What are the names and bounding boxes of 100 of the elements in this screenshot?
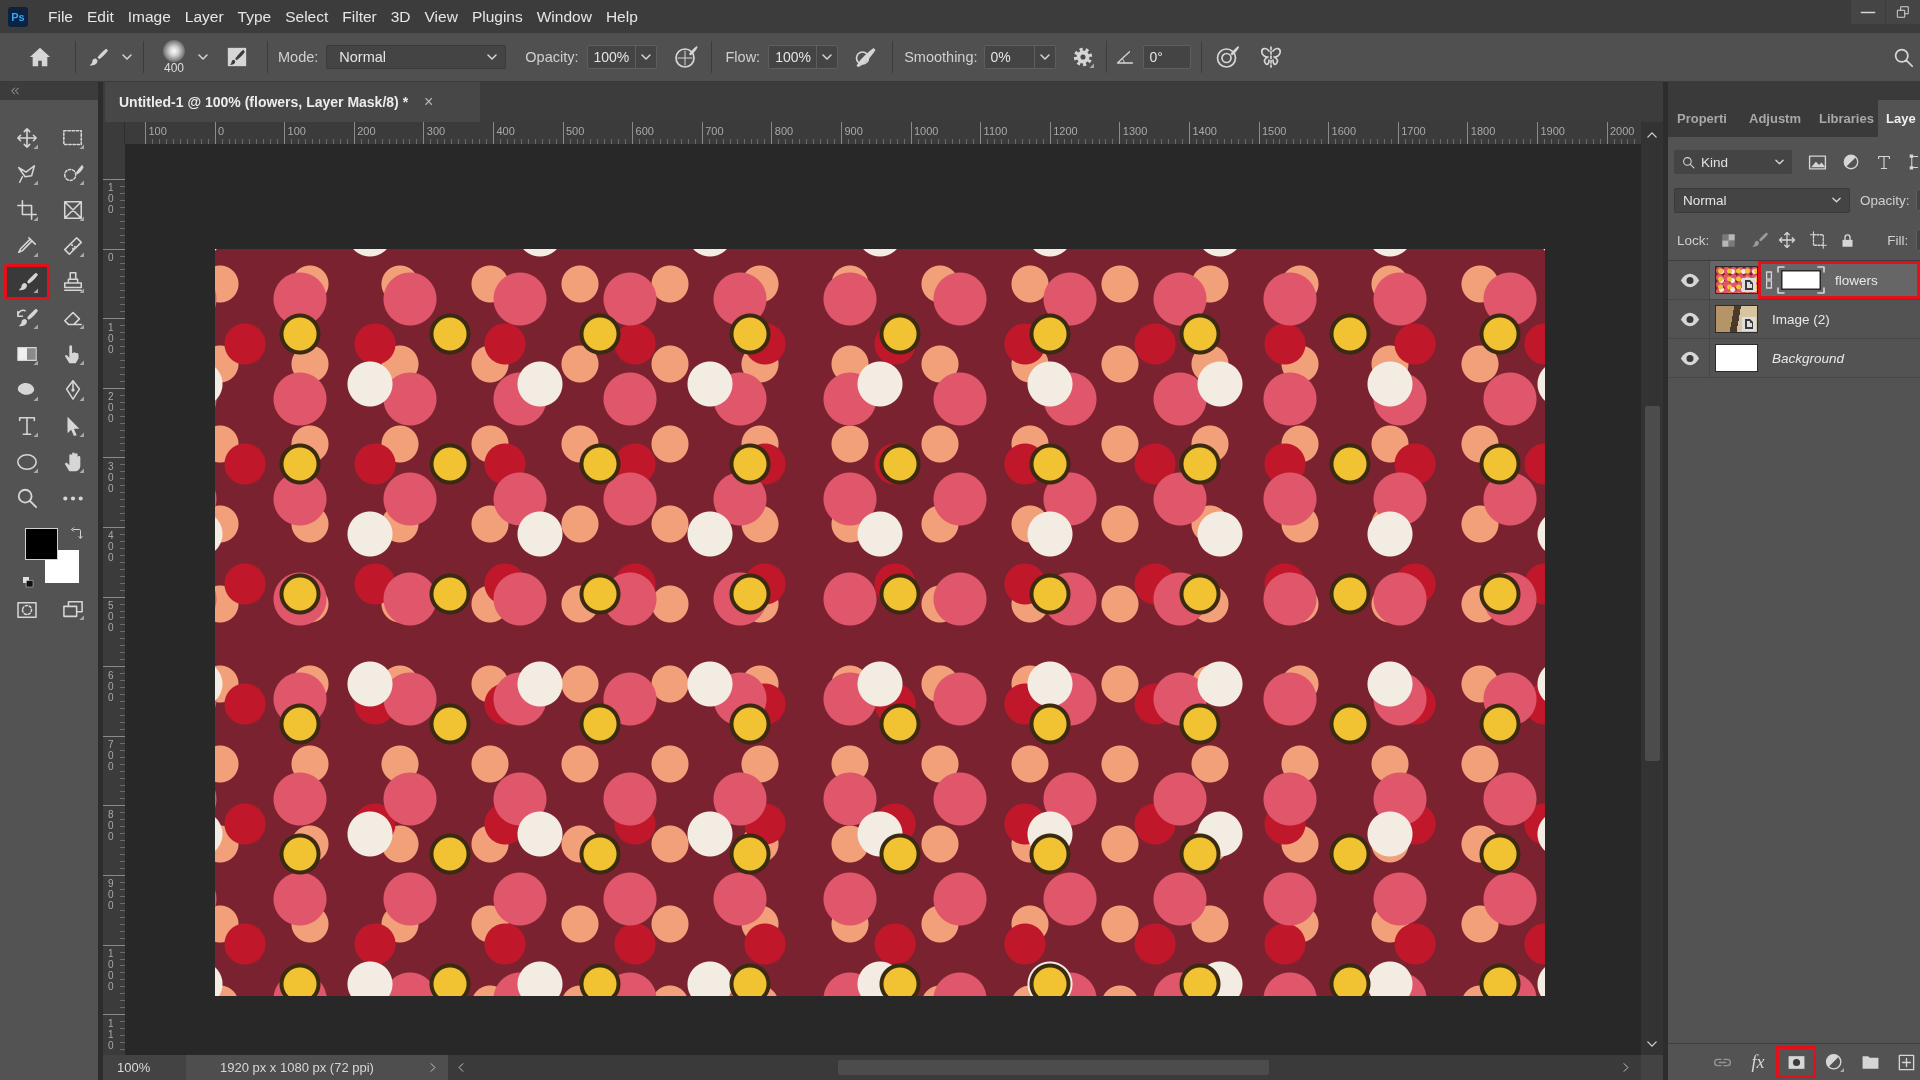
menu-item[interactable]: Filter: [335, 7, 384, 26]
ruler-label: 400: [496, 125, 515, 137]
shape-icon[interactable]: [1909, 153, 1918, 171]
stamp-icon: [62, 271, 84, 293]
chevron-right-icon[interactable]: [1623, 1062, 1629, 1073]
default-colors-icon[interactable]: [22, 576, 34, 588]
swap-arrows-icon[interactable]: [70, 526, 84, 540]
ruler-label: 1100: [983, 125, 1008, 137]
opacity-label: Opacity:: [1860, 192, 1910, 208]
search-icon: [1682, 155, 1695, 169]
caret-icon: [487, 54, 498, 60]
caret-icon[interactable]: [198, 54, 208, 60]
panel-tab[interactable]: Laye: [1878, 100, 1920, 137]
caret-icon: [1832, 197, 1841, 203]
menu-item[interactable]: Edit: [80, 7, 121, 26]
pressure-icon[interactable]: [673, 45, 698, 69]
tool-button[interactable]: [4, 264, 50, 300]
move-icon[interactable]: [1778, 231, 1797, 249]
close-tab-button[interactable]: ×: [424, 93, 434, 111]
vertical-scrollbar[interactable]: [1641, 122, 1663, 1055]
eye-icon[interactable]: [1680, 272, 1700, 288]
color-swatches-icon[interactable]: [25, 528, 79, 583]
chevron-right-icon[interactable]: [430, 1062, 436, 1073]
lock-icon[interactable]: [1840, 231, 1856, 249]
app-logo[interactable]: Ps: [8, 6, 28, 27]
document-info: 1920 px x 1080 px (72 ppi): [220, 1060, 374, 1075]
half-circle-icon[interactable]: [1842, 153, 1860, 171]
menu-item[interactable]: Image: [120, 7, 178, 26]
frame-icon: [62, 199, 84, 221]
menu-item[interactable]: 3D: [383, 7, 418, 26]
chain-link-icon[interactable]: [1765, 271, 1773, 289]
scrollbar-thumb[interactable]: [1644, 406, 1660, 761]
checkerboard-icon[interactable]: [1721, 232, 1737, 248]
flow-field[interactable]: 100%: [768, 45, 839, 69]
panel-tab[interactable]: Libraries: [1810, 100, 1878, 137]
opacity-field[interactable]: 100%: [586, 45, 657, 69]
ruler-label: 1000: [914, 125, 939, 137]
mask-thumbnail[interactable]: [1777, 266, 1825, 294]
caret-icon[interactable]: [122, 54, 132, 60]
butterfly-icon[interactable]: [1258, 45, 1283, 69]
blend-mode-dropdown[interactable]: Normal: [1674, 187, 1850, 213]
ruler-label: 700: [705, 125, 724, 137]
brush-icon[interactable]: [87, 46, 108, 68]
search-icon[interactable]: [1893, 46, 1914, 68]
quick-mask-icon[interactable]: [16, 601, 38, 619]
layer-row[interactable]: Image (2): [1710, 300, 1920, 338]
ruler-label: 600: [108, 669, 114, 703]
ruler-label: 1400: [1192, 125, 1217, 137]
screen-mode-icon[interactable]: [62, 600, 84, 620]
pressure-size-icon[interactable]: [1214, 45, 1240, 69]
plus-square-icon: [1896, 1052, 1916, 1072]
type-icon[interactable]: [1876, 153, 1892, 171]
filter-dropdown[interactable]: Kind: [1674, 150, 1792, 174]
gear-icon[interactable]: [1071, 46, 1094, 68]
brush-size-label: 400: [164, 61, 184, 75]
brush-icon[interactable]: [1750, 231, 1769, 249]
home-icon[interactable]: [28, 46, 52, 68]
chevron-left-icon[interactable]: [458, 1062, 464, 1073]
layer-action-button[interactable]: fx: [1740, 1046, 1776, 1078]
ruler-label: 400: [108, 530, 114, 564]
caret-down-icon[interactable]: [1647, 1041, 1657, 1047]
caret-icon: [1775, 159, 1784, 165]
ruler-label: 700: [108, 739, 114, 773]
brush-tip-icon[interactable]: [163, 39, 185, 62]
menu-item[interactable]: Select: [278, 7, 336, 26]
opacity-label: Opacity:: [525, 49, 579, 65]
layer-row[interactable]: flowers: [1710, 261, 1920, 299]
menu-item[interactable]: View: [417, 7, 465, 26]
panel-tab[interactable]: Adjustm: [1740, 100, 1810, 137]
eye-icon[interactable]: [1680, 311, 1700, 327]
flow-label: Flow:: [725, 49, 761, 65]
zoom-field[interactable]: 100%: [103, 1055, 186, 1080]
smoothing-label: Smoothing:: [904, 49, 978, 65]
layer-row[interactable]: Background: [1710, 339, 1920, 377]
ellipse-icon: [16, 451, 38, 473]
panel-tab[interactable]: Properti: [1668, 100, 1740, 137]
ruler-label: 1000: [108, 948, 114, 992]
menu-item[interactable]: Plugins: [464, 7, 530, 26]
document-tab[interactable]: Untitled-1 @ 100% (flowers, Layer Mask/8) * ×: [105, 82, 480, 122]
menu-item[interactable]: Window: [529, 7, 599, 26]
ruler-label: 1200: [1053, 125, 1078, 137]
ruler-label: 1600: [1331, 125, 1357, 137]
horizontal-scrollbar[interactable]: [448, 1055, 1641, 1080]
menu-item[interactable]: File: [41, 7, 80, 26]
menu-item[interactable]: Type: [230, 7, 279, 26]
caret-up-icon[interactable]: [1647, 132, 1657, 138]
mode-dropdown[interactable]: Normal: [326, 45, 507, 69]
double-chevron-icon[interactable]: [10, 86, 20, 96]
menu-item[interactable]: Layer: [177, 7, 231, 26]
image-icon[interactable]: [1808, 153, 1827, 171]
menu-item[interactable]: Help: [598, 7, 645, 26]
type-icon: [16, 415, 38, 437]
artboard-icon[interactable]: [1809, 231, 1828, 249]
layer-action-button[interactable]: [1776, 1046, 1816, 1078]
angle-field[interactable]: 0°: [1142, 45, 1191, 69]
smoothing-field[interactable]: 0%: [983, 45, 1056, 69]
ruler-label: 1800: [1470, 125, 1496, 137]
restore-button[interactable]: [1886, 0, 1920, 24]
brush-settings-icon[interactable]: [226, 46, 248, 68]
eye-icon[interactable]: [1680, 350, 1700, 366]
